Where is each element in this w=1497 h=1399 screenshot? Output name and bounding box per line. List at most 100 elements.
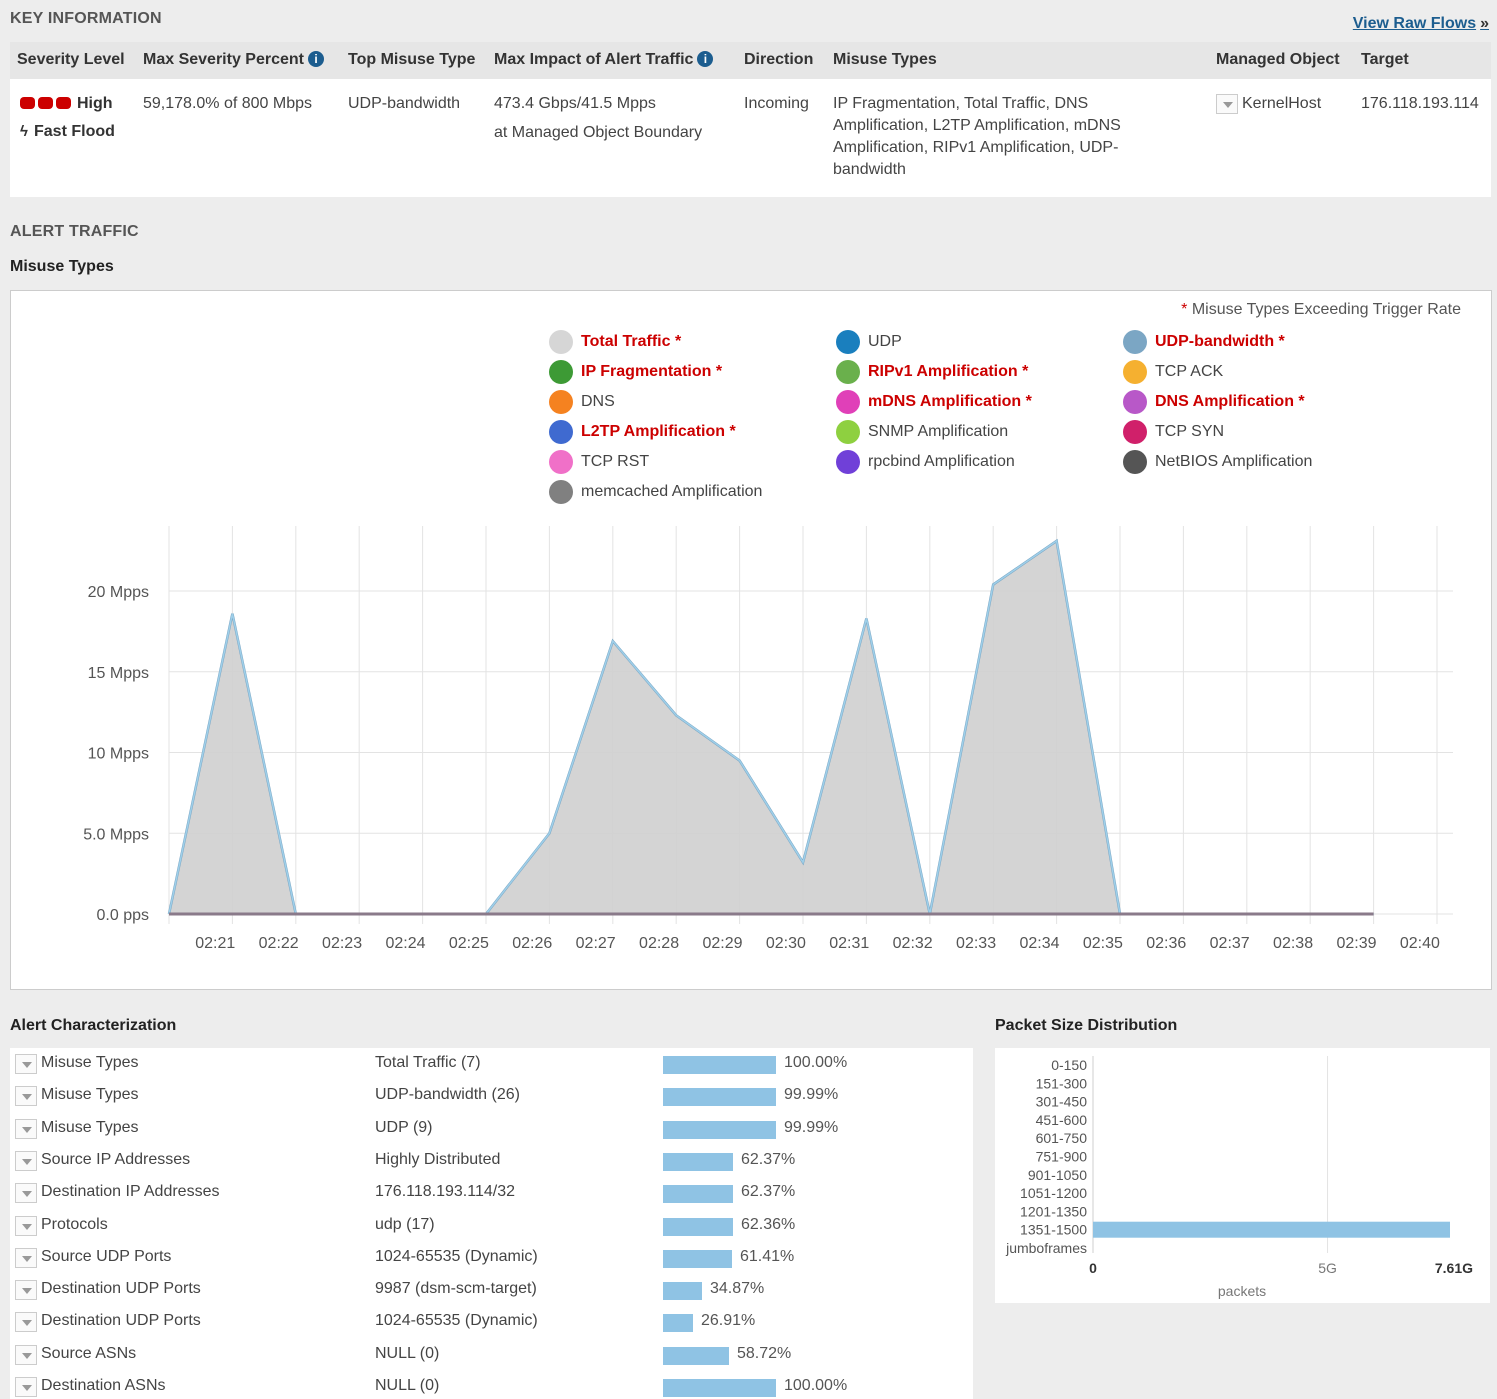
legend-item-dns-amplification[interactable]: DNS Amplification * [1123, 390, 1305, 414]
legend-swatch-icon [549, 330, 573, 354]
category-label: 1051-1200 [1020, 1185, 1087, 1201]
row-dropdown-button[interactable] [15, 1377, 37, 1397]
header-max-severity-percent: Max Severity Percent i [143, 51, 324, 69]
data-point[interactable] [1055, 539, 1059, 543]
row-category-label: Source IP Addresses [41, 1150, 191, 1168]
percent-bar [663, 1120, 776, 1139]
legend-item-udp-bandwidth[interactable]: UDP-bandwidth * [1123, 330, 1285, 354]
legend-item-rpcbind-amplification[interactable]: rpcbind Amplification [836, 450, 1015, 474]
y-tick-label: 15 Mpps [88, 665, 149, 682]
row-value: NULL (0) [375, 1344, 440, 1362]
x-tick-label: 5G [1318, 1260, 1337, 1276]
percent-bar [663, 1282, 702, 1301]
x-tick-label: 02:23 [322, 935, 362, 952]
row-dropdown-button[interactable] [15, 1054, 37, 1074]
legend-item-tcp-syn[interactable]: TCP SYN [1123, 420, 1224, 444]
x-tick-label: 02:38 [1273, 935, 1313, 952]
legend-swatch-icon [1123, 330, 1147, 354]
legend-swatch-icon [836, 390, 860, 414]
legend-item-label: IP Fragmentation * [581, 363, 723, 380]
key-information-row: High ϟ Fast Flood 59,178.0% of 800 Mbps U… [10, 79, 1491, 197]
data-point[interactable] [547, 831, 551, 835]
bar-1351-1500[interactable] [1093, 1221, 1450, 1238]
table-row: Source ASNs NULL (0) 58.72% [10, 1339, 973, 1371]
legend-item-label: TCP ACK [1155, 363, 1224, 380]
percent-bar [663, 1346, 729, 1365]
header-max-severity-percent-label: Max Severity Percent [143, 51, 304, 68]
row-value: Total Traffic (7) [375, 1054, 481, 1071]
packet-size-distribution-title: Packet Size Distribution [995, 1017, 1178, 1034]
data-point[interactable] [674, 713, 678, 717]
row-value: UDP-bandwidth (26) [375, 1086, 520, 1104]
row-value: 9987 (dsm-scm-target) [375, 1280, 537, 1298]
row-dropdown-button[interactable] [15, 1086, 37, 1107]
info-icon[interactable]: i [697, 51, 714, 67]
direction-value: Incoming [744, 95, 809, 112]
data-point[interactable] [611, 639, 615, 643]
legend-item-label: TCP SYN [1155, 423, 1225, 440]
y-tick-label: 0.0 pps [97, 907, 149, 924]
legend-item-label: SNMP Amplification [868, 423, 1009, 440]
legend-item-total-traffic[interactable]: Total Traffic * [549, 330, 681, 354]
legend-item-ip-fragmentation[interactable]: IP Fragmentation * [549, 360, 722, 384]
row-category-label: Misuse Types [41, 1054, 139, 1071]
legend-item-udp[interactable]: UDP [836, 330, 902, 354]
severity-level-value: High [77, 95, 113, 112]
row-dropdown-button[interactable] [15, 1312, 37, 1333]
y-tick-label: 10 Mpps [88, 746, 149, 763]
table-row: Source UDP Ports 1024-65535 (Dynamic) 61.4… [10, 1242, 973, 1274]
row-category-label: Misuse Types [41, 1118, 139, 1136]
legend-item-tcp-rst[interactable]: TCP RST [549, 450, 649, 474]
legend-swatch-icon [836, 450, 860, 474]
category-label: 601-750 [1036, 1130, 1088, 1146]
legend-item-label: DNS Amplification * [1155, 393, 1305, 410]
data-point[interactable] [801, 860, 805, 864]
header-severity-level: Severity Level [17, 51, 125, 68]
legend-item-snmp-amplification[interactable]: SNMP Amplification [836, 420, 1008, 444]
row-category-label: Source ASNs [41, 1344, 137, 1362]
legend-item-ripv1-amplification[interactable]: RIPv1 Amplification * [836, 360, 1028, 384]
data-point[interactable] [991, 583, 995, 587]
top-misuse-type-value: UDP-bandwidth [348, 95, 461, 112]
legend-swatch-icon [1123, 450, 1147, 474]
data-point[interactable] [230, 612, 234, 616]
row-dropdown-button[interactable] [15, 1344, 37, 1365]
row-dropdown-button[interactable] [15, 1280, 37, 1301]
legend-item-netbios-amplification[interactable]: NetBIOS Amplification [1123, 450, 1312, 474]
row-category-label: Destination ASNs [41, 1377, 166, 1394]
x-tick-label: 02:39 [1336, 935, 1376, 952]
managed-object-dropdown-button[interactable] [1216, 93, 1238, 114]
view-raw-flows-link[interactable]: View Raw Flows» [1353, 15, 1489, 33]
max-impact-value: 473.4 Gbps/41.5 Mpps at Managed Object B… [494, 89, 702, 147]
key-information-header: Severity Level Max Severity Percent i Top… [10, 42, 1491, 79]
row-dropdown-button[interactable] [15, 1183, 37, 1204]
header-misuse-types: Misuse Types [833, 51, 937, 68]
key-information-table: Severity Level Max Severity Percent i Top… [10, 42, 1491, 197]
row-value: 176.118.193.114/32 [375, 1183, 515, 1201]
header-target: Target [1361, 51, 1409, 68]
legend-item-mdns-amplification[interactable]: mDNS Amplification * [836, 390, 1032, 414]
table-row: Misuse Types UDP-bandwidth (26) 99.99% [10, 1080, 973, 1112]
legend-item-label: NetBIOS Amplification [1155, 453, 1313, 470]
x-tick-label: 02:31 [829, 935, 869, 952]
category-label: 1351-1500 [1020, 1222, 1087, 1238]
alert-traffic-title: ALERT TRAFFIC [10, 223, 139, 240]
row-dropdown-button[interactable] [15, 1215, 37, 1236]
percent-value: 99.99% [784, 1086, 839, 1104]
legend-swatch-icon [1123, 390, 1147, 414]
percent-value: 62.37% [741, 1183, 796, 1201]
x-tick-label: 02:25 [449, 935, 489, 952]
data-point[interactable] [738, 759, 742, 763]
data-point[interactable] [864, 616, 868, 620]
row-dropdown-button[interactable] [15, 1118, 37, 1139]
legend-item-dns[interactable]: DNS [549, 390, 615, 414]
lightning-bolt-icon: ϟ [20, 123, 28, 140]
info-icon[interactable]: i [307, 51, 324, 67]
table-row: Destination ASNs NULL (0) 100.00% [10, 1371, 973, 1399]
percent-value: 58.72% [737, 1344, 792, 1362]
legend-swatch-icon [836, 420, 860, 444]
legend-item-l2tp-amplification[interactable]: L2TP Amplification * [549, 420, 736, 444]
row-dropdown-button[interactable] [15, 1247, 37, 1268]
legend-item-tcp-ack[interactable]: TCP ACK [1123, 360, 1223, 384]
row-dropdown-button[interactable] [15, 1150, 37, 1171]
